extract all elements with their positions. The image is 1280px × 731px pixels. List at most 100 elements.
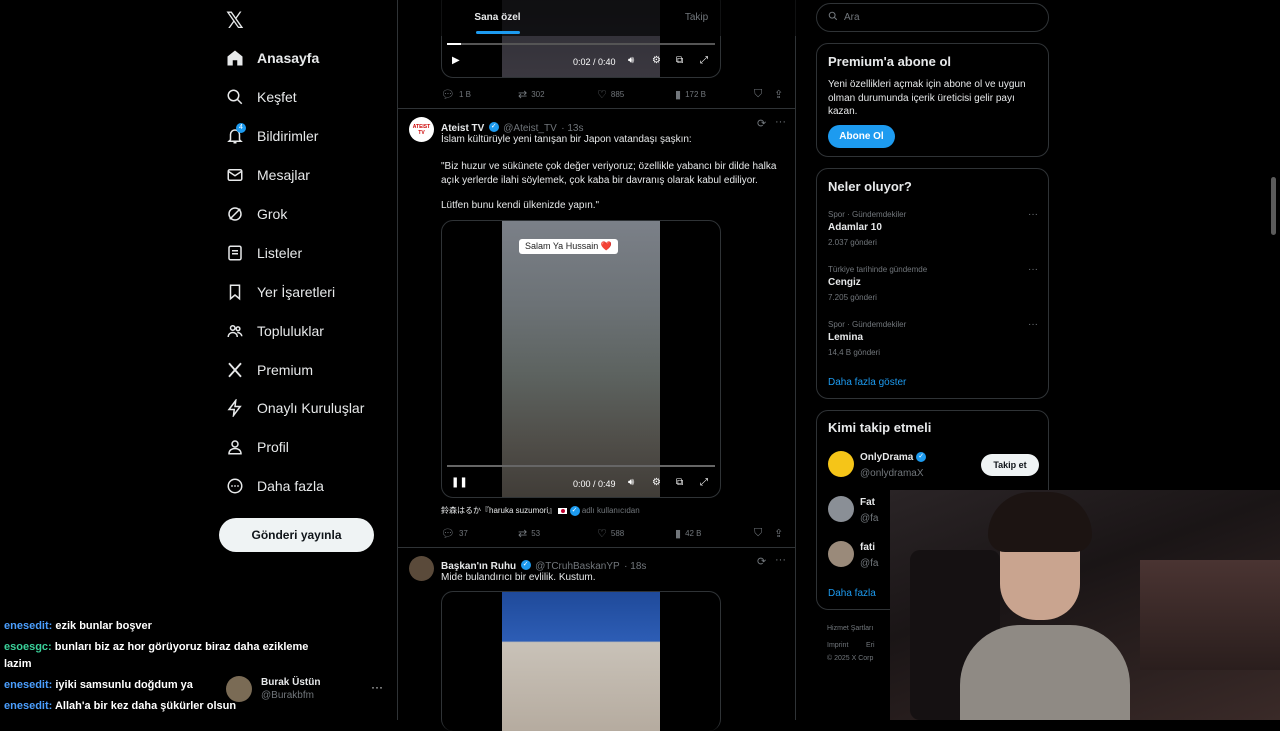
search-icon [226, 88, 244, 106]
nav-item-premium[interactable]: Premium [226, 355, 313, 385]
tab-for-you[interactable]: Sana özel [398, 0, 597, 36]
grok-icon[interactable]: ⟳ [757, 117, 766, 130]
suggested-name[interactable]: Fat [860, 497, 875, 508]
x-icon [226, 361, 244, 379]
footer-link[interactable]: Hizmet Şartları [827, 625, 873, 632]
video-player[interactable] [441, 591, 721, 731]
tab-following[interactable]: Takip [597, 0, 796, 36]
more-icon[interactable]: ··· [1028, 264, 1038, 275]
nav-item-more[interactable]: Daha fazla [226, 471, 324, 501]
nav-item-verified-orgs[interactable]: Onaylı Kuruluşlar [226, 393, 364, 423]
more-icon[interactable]: ··· [775, 554, 786, 566]
settings-icon[interactable]: ⚙ [652, 477, 661, 488]
video-credit[interactable]: 鈴森はるか『haruka suzumori』 ✓ adlı kullanıcıd… [441, 505, 640, 516]
nav-label-premium: Premium [257, 362, 314, 378]
video-progress[interactable] [447, 43, 715, 45]
heart-icon: ♡ [597, 89, 607, 101]
footer-link[interactable]: Imprint [827, 642, 848, 649]
video-time: 0:02 / 0:40 [573, 57, 616, 67]
repost-icon: ⇄ [518, 89, 528, 101]
account-more-icon[interactable]: ··· [371, 680, 383, 694]
views-button[interactable]: ▮ 42 B [675, 527, 702, 540]
like-button[interactable]: ♡ 588 [597, 527, 624, 540]
video-caption: Salam Ya Hussain ❤️ [519, 239, 618, 254]
home-icon [226, 49, 244, 67]
nav-item-messages[interactable]: Mesajlar [226, 160, 310, 190]
reply-button[interactable]: 💬︎ 1 B [441, 88, 471, 101]
suggested-name[interactable]: fati [860, 542, 875, 553]
trend-count: 2.037 gönderi [828, 238, 877, 247]
pause-icon[interactable]: ❚❚ [451, 477, 468, 488]
nav-item-lists[interactable]: Listeler [226, 238, 302, 268]
bookmark-button[interactable]: ⛉ [754, 527, 766, 540]
webcam-overlay [890, 490, 1280, 720]
volume-icon[interactable]: 🔊︎ [628, 55, 634, 66]
video-time: 0:00 / 0:49 [573, 479, 616, 489]
nav-item-bookmarks[interactable]: Yer İşaretleri [226, 277, 335, 307]
search-input[interactable]: Ara [816, 3, 1049, 32]
suggested-name[interactable]: OnlyDrama ✓ [860, 452, 927, 463]
video-player[interactable]: Salam Ya Hussain ❤️ ❚❚ 0:00 / 0:49 🔊︎ ⚙ … [441, 220, 721, 498]
nav-item-notifications[interactable]: 4 Bildirimler [226, 121, 318, 151]
more-icon[interactable]: ··· [775, 116, 786, 128]
person-hair [988, 492, 1092, 552]
trend-name[interactable]: Adamlar 10 [828, 222, 882, 233]
show-more-link[interactable]: Daha fazla [828, 588, 876, 599]
premium-title: Premium'a abone ol [828, 54, 952, 69]
nav-item-explore[interactable]: Keşfet [226, 82, 297, 112]
bookmark-button[interactable]: ⛉ [754, 88, 766, 101]
show-more-link[interactable]: Daha fazla göster [828, 377, 906, 388]
nav-label-profile: Profil [257, 439, 289, 455]
bookmark-icon: ⛉ [754, 88, 763, 100]
nav-item-home[interactable]: Anasayfa [226, 43, 319, 73]
avatar[interactable]: ATEIST TV [409, 117, 434, 142]
x-logo-icon[interactable]: 𝕏 [226, 8, 244, 34]
nav-label-messages: Mesajlar [257, 167, 310, 183]
suggested-handle: @fa [860, 513, 879, 524]
more-icon[interactable]: ··· [1028, 209, 1038, 220]
more-icon[interactable]: ··· [1028, 319, 1038, 330]
fullscreen-icon[interactable]: ⤢ [700, 477, 708, 488]
video-progress[interactable] [447, 465, 715, 467]
reply-button[interactable]: 💬︎ 37 [441, 527, 468, 540]
grok-icon[interactable]: ⟳ [757, 555, 766, 568]
subscribe-button[interactable]: Abone Ol [828, 125, 895, 148]
avatar[interactable] [828, 541, 854, 567]
avatar[interactable] [828, 496, 854, 522]
pip-icon[interactable]: ⧉ [676, 477, 683, 488]
footer-link[interactable]: Eri [866, 642, 875, 649]
verified-badge-icon: ✓ [916, 452, 927, 463]
like-button[interactable]: ♡ 885 [597, 88, 624, 101]
share-button[interactable]: ⇪ [774, 527, 787, 540]
repost-button[interactable]: ⇄ 53 [518, 527, 540, 540]
trend-name[interactable]: Cengiz [828, 277, 861, 288]
settings-icon[interactable]: ⚙ [652, 55, 661, 66]
play-icon[interactable]: ▶ [452, 55, 460, 66]
avatar[interactable] [828, 451, 854, 477]
premium-desc: Yeni özellikleri açmak için abone ol ve … [828, 79, 1026, 117]
nav-item-communities[interactable]: Topluluklar [226, 316, 324, 346]
trend-name[interactable]: Lemina [828, 332, 863, 343]
nav-label-communities: Topluluklar [257, 323, 324, 339]
nav-item-grok[interactable]: Grok [226, 199, 287, 229]
suggested-handle: @onlydramaX [860, 468, 924, 479]
pip-icon[interactable]: ⧉ [676, 55, 683, 66]
avatar[interactable] [409, 556, 434, 581]
volume-icon[interactable]: 🔊︎ [628, 477, 634, 488]
person-icon [226, 438, 244, 456]
account-switcher[interactable]: Burak Üstün @Burakbfm [226, 676, 320, 702]
trend-category: Türkiye tarihinde gündemde [828, 265, 928, 274]
bell-icon: 4 [226, 123, 246, 145]
post-button[interactable]: Gönderi yayınla [219, 518, 374, 552]
nav-item-profile[interactable]: Profil [226, 432, 289, 462]
video-frame [502, 592, 660, 731]
fullscreen-icon[interactable]: ⤢ [700, 55, 708, 66]
repost-button[interactable]: ⇄ 302 [518, 88, 545, 101]
trends-title: Neler oluyor? [828, 179, 912, 194]
follow-button[interactable]: Takip et [981, 454, 1039, 476]
chart-icon: ▮ [675, 528, 682, 540]
share-button[interactable]: ⇪ [774, 88, 787, 101]
page-scrollbar[interactable] [1271, 177, 1276, 235]
views-button[interactable]: ▮ 172 B [675, 88, 706, 101]
nav-label-grok: Grok [257, 206, 288, 222]
